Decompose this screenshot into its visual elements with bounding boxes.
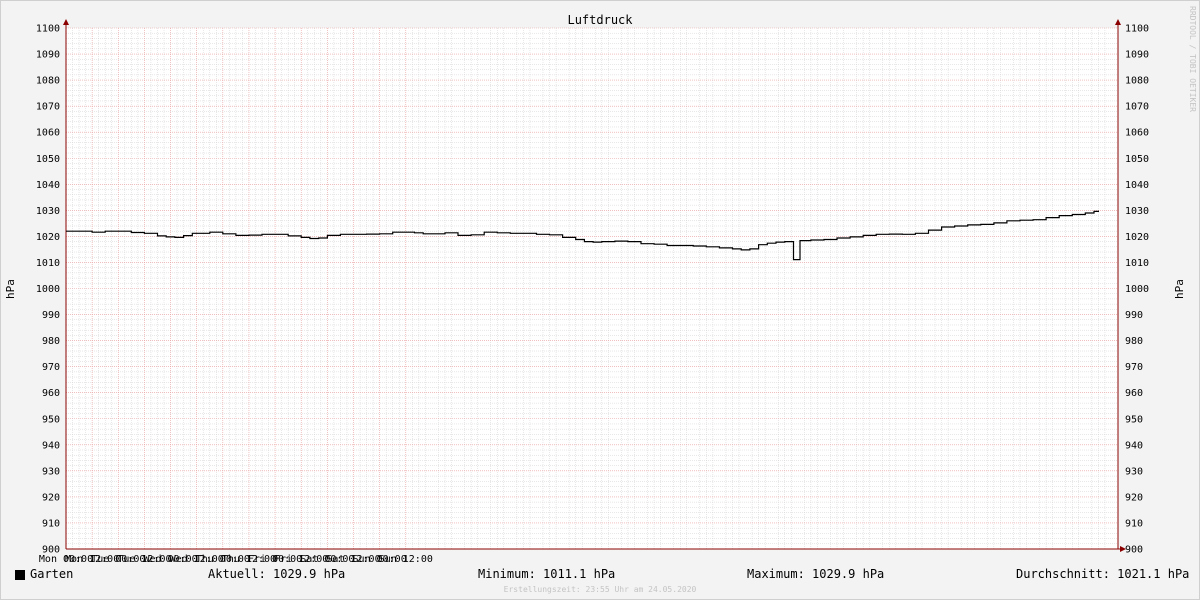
y-tick-label: 950 xyxy=(1125,414,1143,425)
y-tick-label: 1100 xyxy=(36,24,60,35)
y-axis-label-right: hPa xyxy=(1173,279,1186,299)
footer-timestamp: Erstellungszeit: 23:55 Uhr am 24.05.2020 xyxy=(503,585,697,594)
y-tick-label: 930 xyxy=(1125,466,1143,477)
y-tick-label: 1080 xyxy=(1125,76,1149,87)
y-tick-label: 1020 xyxy=(36,232,60,243)
x-tick-label: Sun 12:00 xyxy=(379,554,433,565)
y-axis-arrow-right xyxy=(1115,19,1121,25)
y-axis-label-left: hPa xyxy=(4,279,17,299)
y-tick-labels-left: 9009109209309409509609709809901000101010… xyxy=(36,24,60,556)
y-tick-label: 1000 xyxy=(1125,284,1149,295)
chart-title: Luftdruck xyxy=(567,13,633,27)
y-tick-label: 1030 xyxy=(36,206,60,217)
y-tick-label: 1050 xyxy=(1125,154,1149,165)
y-tick-labels-right: 900 910 920 930 940 950 960 970 980 990 1000 1010 10… xyxy=(1125,24,1149,556)
legend-current: Aktuell: 1029.9 hPa xyxy=(208,567,346,581)
y-axis-arrow-left xyxy=(63,19,69,25)
y-tick-label: 940 xyxy=(42,440,60,451)
y-tick-label: 910 xyxy=(42,518,60,529)
y-tick-label: 1040 xyxy=(36,180,60,191)
y-tick-label: 1090 xyxy=(36,50,60,61)
y-tick-label: 970 xyxy=(1125,362,1143,373)
y-tick-label: 1010 xyxy=(36,258,60,269)
y-tick-label: 1070 xyxy=(36,102,60,113)
y-tick-label: 920 xyxy=(1125,492,1143,503)
chart-canvas: Luftdruck 900 910 920 930 940 950 960 970 980 990… xyxy=(4,13,1186,565)
y-tick-label: 1060 xyxy=(36,128,60,139)
y-tick-label: 1060 xyxy=(1125,128,1149,139)
y-tick-label: 1080 xyxy=(36,76,60,87)
y-tick-label: 910 xyxy=(1125,518,1143,529)
y-tick-label: 940 xyxy=(1125,440,1143,451)
y-tick-label: 990 xyxy=(1125,310,1143,321)
y-tick-label: 930 xyxy=(42,466,60,477)
y-tick-label: 990 xyxy=(42,310,60,321)
y-tick-label: 900 xyxy=(1125,545,1143,556)
y-tick-label: 1010 xyxy=(1125,258,1149,269)
y-tick-label: 960 xyxy=(1125,388,1143,399)
y-tick-label: 950 xyxy=(42,414,60,425)
y-tick-label: 980 xyxy=(1125,336,1143,347)
y-tick-label: 1070 xyxy=(1125,102,1149,113)
y-tick-label: 1050 xyxy=(36,154,60,165)
legend: Garten Aktuell: 1029.9 hPa Minimum: 1011… xyxy=(0,567,1200,583)
y-tick-label: 960 xyxy=(42,388,60,399)
legend-average: Durchschnitt: 1021.1 hPa xyxy=(1016,567,1190,581)
y-tick-label: 1090 xyxy=(1125,50,1149,61)
legend-minimum: Minimum: 1011.1 hPa xyxy=(478,567,616,581)
watermark: RRDTOOL / TOBI OETIKER xyxy=(1188,6,1197,112)
y-tick-label: 1100 xyxy=(1125,24,1149,35)
y-tick-label: 970 xyxy=(42,362,60,373)
y-tick-label: 1040 xyxy=(1125,180,1149,191)
y-tick-label: 920 xyxy=(42,492,60,503)
y-tick-label: 1000 xyxy=(36,284,60,295)
legend-maximum: Maximum: 1029.9 hPa xyxy=(747,567,885,581)
x-tick-labels: Mon 00:00Mon 12:00Tue 00:00Tue 12:00Wed … xyxy=(39,554,433,565)
y-tick-label: 1020 xyxy=(1125,232,1149,243)
y-tick-label: 1030 xyxy=(1125,206,1149,217)
y-tick-label: 980 xyxy=(42,336,60,347)
legend-series-label: Garten xyxy=(30,567,74,581)
